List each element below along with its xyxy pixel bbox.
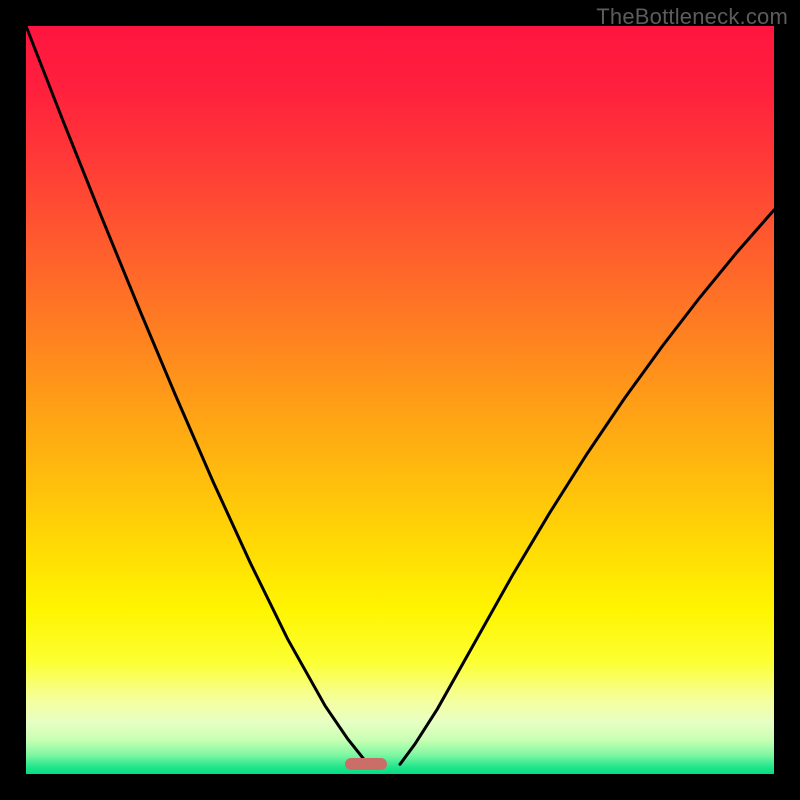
chart-frame: TheBottleneck.com (0, 0, 800, 800)
bottleneck-marker (345, 758, 387, 770)
plot-area (26, 26, 774, 774)
right-curve (400, 210, 774, 764)
left-curve (26, 26, 368, 764)
bottleneck-curves (26, 26, 774, 774)
